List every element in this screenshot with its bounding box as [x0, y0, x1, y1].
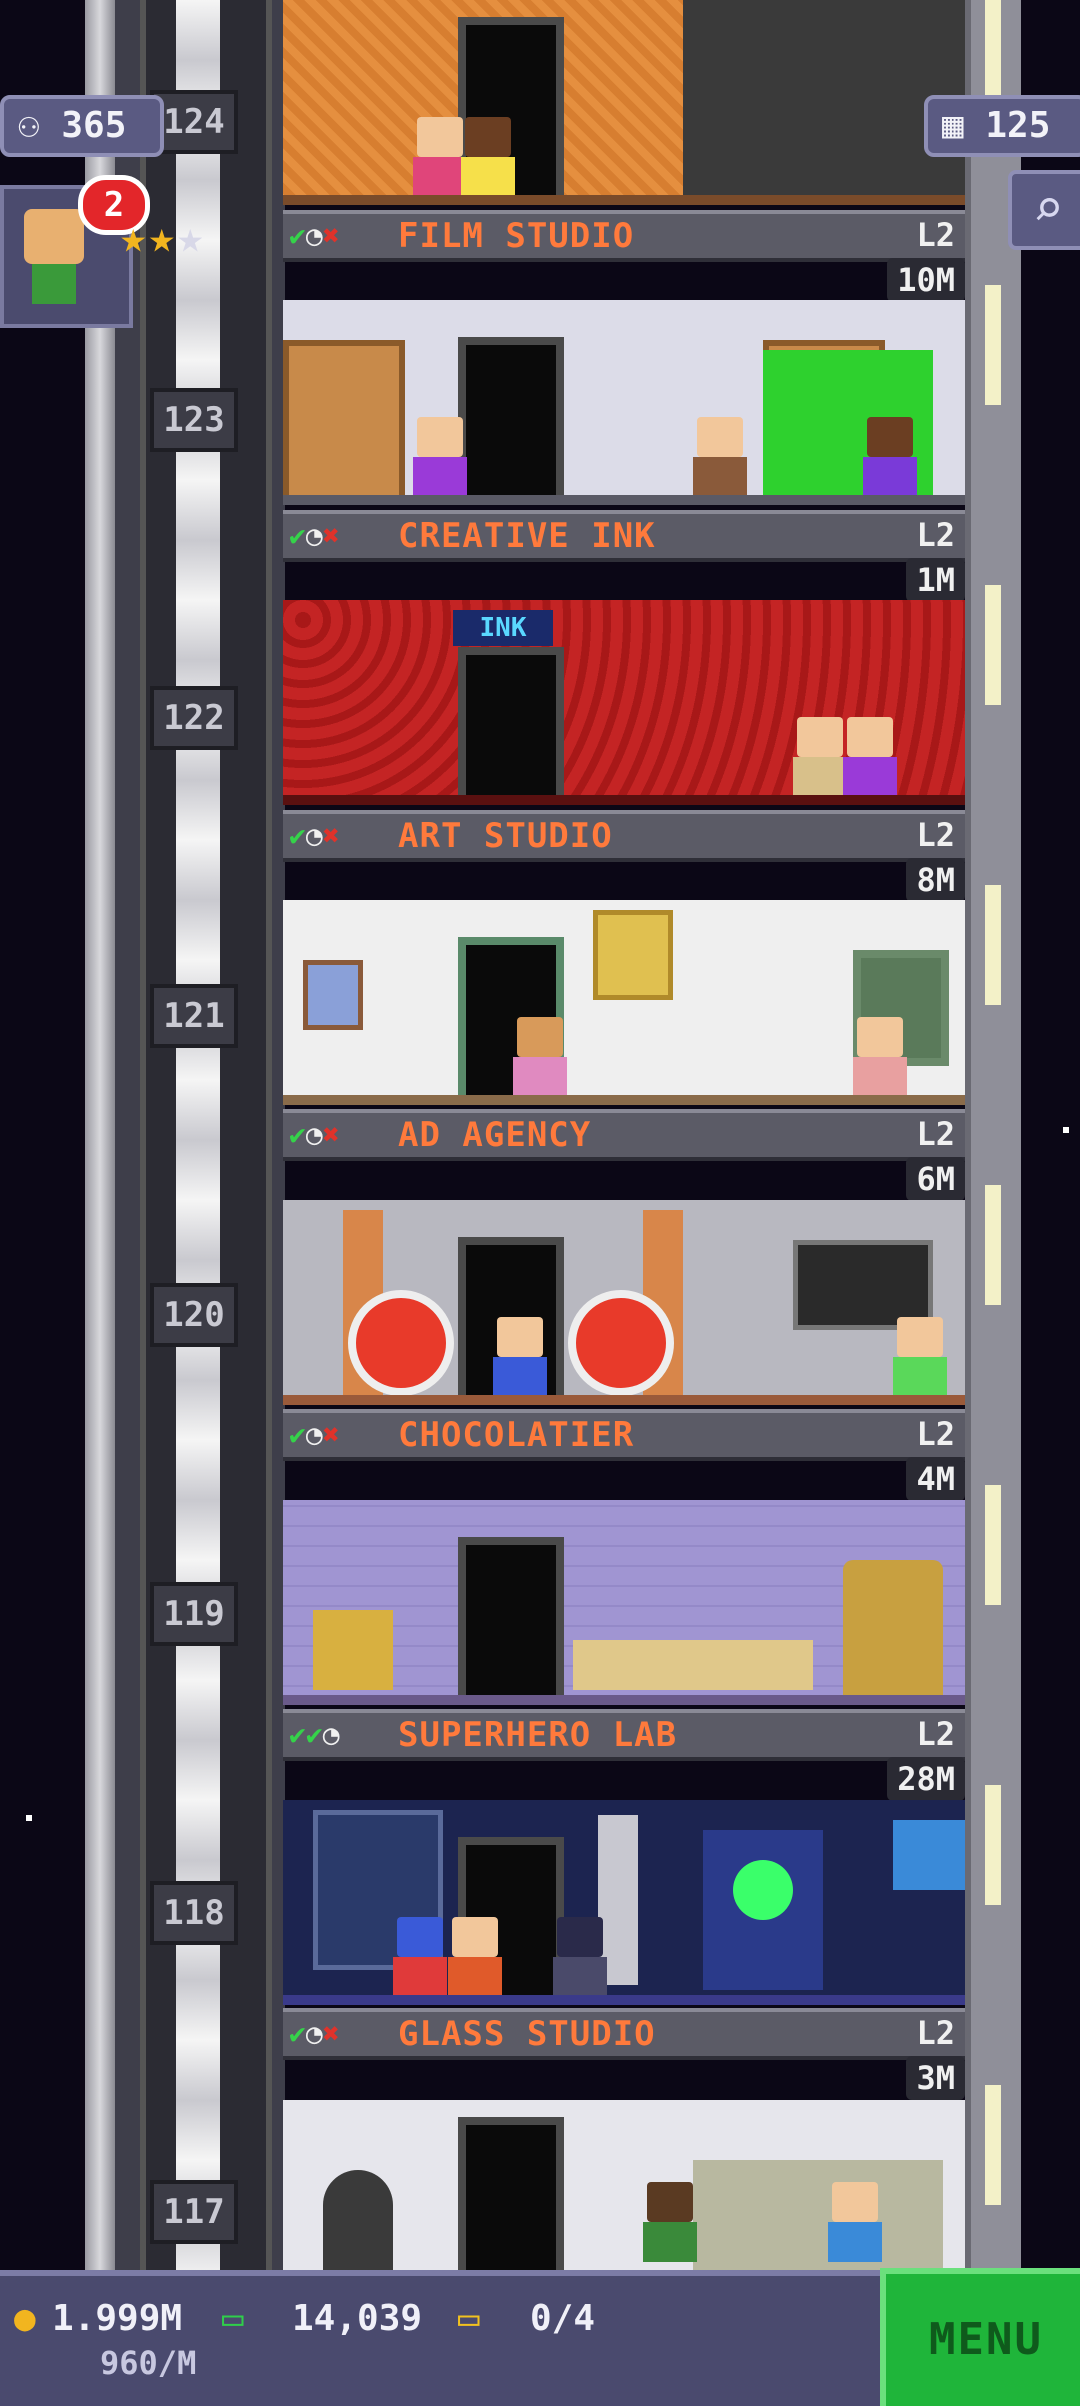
room-123[interactable] [283, 300, 965, 505]
bux-icon: ▭ [222, 2298, 244, 2339]
floor-number-121: 121 [150, 984, 238, 1048]
resident[interactable] [448, 1917, 502, 1997]
search-button[interactable]: ⌕ [1008, 170, 1080, 250]
resident[interactable] [843, 717, 897, 797]
background-star [26, 1815, 32, 1821]
resident[interactable] [828, 2182, 882, 2262]
floor-label-bar[interactable]: ✔◔✖ GLASS STUDIO L2 [283, 2008, 965, 2060]
coins-rate: 960/M [100, 2344, 197, 2382]
floor-name: SUPERHERO LAB [398, 1715, 678, 1755]
resident[interactable] [393, 1917, 447, 1997]
floor-name: GLASS STUDIO [398, 2014, 656, 2054]
status-icons: ✔◔✖ [289, 1418, 340, 1451]
floor-level: L2 [916, 1715, 955, 1753]
status-icons: ✔◔✖ [289, 219, 340, 252]
window-strip [985, 1785, 1001, 1905]
floor-level: L2 [916, 216, 955, 254]
floor-price: 4M [906, 1457, 965, 1501]
floor-number-123: 123 [150, 388, 238, 452]
resident[interactable] [461, 117, 515, 197]
resident[interactable] [863, 417, 917, 497]
window-strip [985, 885, 1001, 1005]
floor-number-120: 120 [150, 1283, 238, 1347]
floor-label-bar[interactable]: ✔◔✖ CREATIVE INK L2 [283, 510, 965, 562]
status-icons: ✔◔✖ [289, 2017, 340, 2050]
floor-number-117: 117 [150, 2180, 238, 2244]
floor-number-118: 118 [150, 1881, 238, 1945]
window-strip [985, 585, 1001, 705]
window-strip [985, 1185, 1001, 1305]
star-icon: ★ [120, 212, 149, 263]
floor-level: L2 [916, 2014, 955, 2052]
window-strip [985, 2085, 1001, 2205]
person-icon: ⚇ [18, 105, 40, 146]
tower-pole [85, 0, 115, 2270]
room-121[interactable] [283, 900, 965, 1105]
bux-value: 14,039 [292, 2298, 423, 2339]
room-119[interactable] [283, 1500, 965, 1705]
status-icons: ✔◔✖ [289, 1118, 340, 1151]
floor-level: L2 [916, 516, 955, 554]
floor-level: L2 [916, 816, 955, 854]
resident[interactable] [493, 1317, 547, 1397]
resident[interactable] [893, 1317, 947, 1397]
coin-icon: ● [14, 2298, 36, 2339]
tickets-value: 0/4 [530, 2298, 596, 2339]
floor-price: 1M [906, 558, 965, 602]
floor-name: FILM STUDIO [398, 216, 635, 256]
floor-number-122: 122 [150, 686, 238, 750]
resident[interactable] [553, 1917, 607, 1997]
floor-label-bar[interactable]: ✔◔✖ CHOCOLATIER L2 [283, 1409, 965, 1461]
resident[interactable] [793, 717, 847, 797]
resident[interactable] [853, 1017, 907, 1097]
resident[interactable] [643, 2182, 697, 2262]
window-strip [985, 1485, 1001, 1605]
resident[interactable] [413, 417, 467, 497]
floor-name: AD AGENCY [398, 1115, 592, 1155]
rating-stars: ★★★ [120, 212, 206, 263]
floor-name: ART STUDIO [398, 816, 613, 856]
background-star [1063, 1127, 1069, 1133]
resident[interactable] [413, 117, 467, 197]
floor-price: 28M [887, 1757, 965, 1801]
floor-label-bar[interactable]: ✔◔✖ ART STUDIO L2 [283, 810, 965, 862]
resident[interactable] [693, 417, 747, 497]
floor-label-bar[interactable]: ✔◔✖ AD AGENCY L2 [283, 1109, 965, 1161]
population-value: 365 [61, 105, 127, 146]
room-120[interactable] [283, 1200, 965, 1405]
population-counter[interactable]: ⚇ 365 [0, 95, 164, 157]
floor-name: CREATIVE INK [398, 516, 656, 556]
status-icons: ✔◔✖ [289, 819, 340, 852]
building-icon: ▦ [942, 105, 964, 146]
status-icons: ✔✔◔ [289, 1718, 340, 1751]
window-strip [985, 285, 1001, 405]
star-icon: ★ [177, 212, 206, 263]
resident[interactable] [513, 1017, 567, 1097]
floor-number-119: 119 [150, 1582, 238, 1646]
floor-price: 6M [906, 1157, 965, 1201]
room-122[interactable]: INK [283, 600, 965, 805]
floor-count-value: 125 [985, 105, 1051, 146]
room-117[interactable] [283, 2100, 965, 2270]
floor-price: 8M [906, 858, 965, 902]
coins-value: 1.999M [52, 2298, 183, 2339]
floor-counter[interactable]: ▦ 125 [924, 95, 1080, 157]
star-icon: ★ [148, 212, 177, 263]
room-124[interactable] [283, 0, 965, 205]
floor-label-bar[interactable]: ✔✔◔ SUPERHERO LAB L2 [283, 1709, 965, 1761]
floor-price: 3M [906, 2056, 965, 2100]
magnifier-icon: ⌕ [1032, 179, 1064, 239]
ticket-icon: ▭ [458, 2298, 480, 2339]
menu-button[interactable]: MENU [880, 2268, 1080, 2406]
floor-level: L2 [916, 1415, 955, 1453]
room-118[interactable] [283, 1800, 965, 2005]
status-icons: ✔◔✖ [289, 519, 340, 552]
floor-level: L2 [916, 1115, 955, 1153]
floor-name: CHOCOLATIER [398, 1415, 635, 1455]
floor-price: 10M [887, 258, 965, 302]
floor-label-bar[interactable]: ✔◔✖ FILM STUDIO L2 [283, 210, 965, 262]
